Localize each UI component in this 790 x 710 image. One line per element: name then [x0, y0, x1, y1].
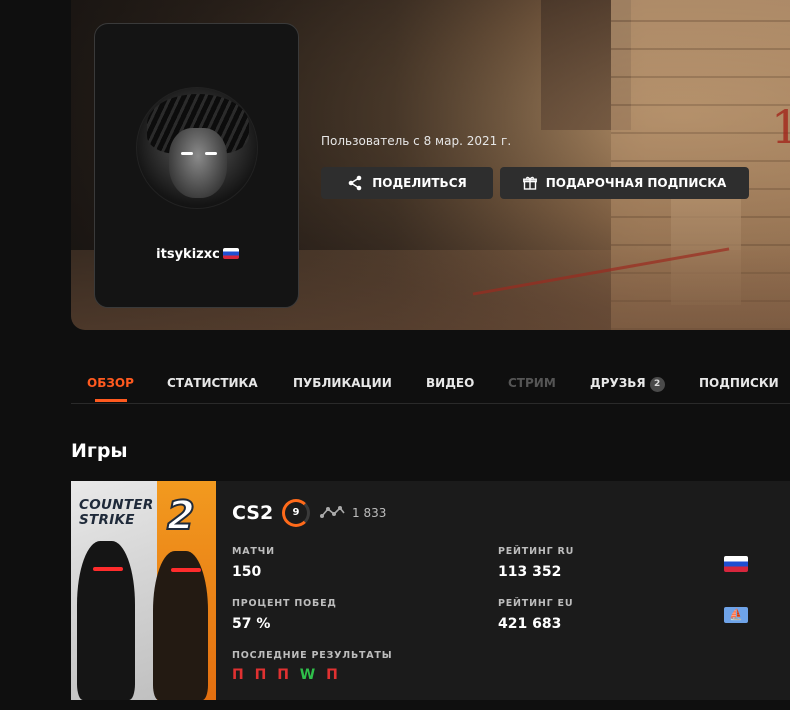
- recent-results-label: ПОСЛЕДНИЕ РЕЗУЛЬТАТЫ: [232, 650, 393, 661]
- winrate-label: ПРОЦЕНТ ПОБЕД: [232, 598, 337, 609]
- username-row: itsykizxc: [95, 247, 300, 262]
- elo-graph-icon: [320, 506, 345, 518]
- cs2-cover-image: COUNTER STRIKE 2: [71, 481, 216, 700]
- tab-statistics[interactable]: СТАТИСТИКА: [167, 376, 258, 390]
- profile-card: itsykizxc: [94, 23, 299, 308]
- share-label: ПОДЕЛИТЬСЯ: [372, 176, 467, 190]
- profile-tabs: ОБЗОР СТАТИСТИКА ПУБЛИКАЦИИ ВИДЕО СТРИМ …: [71, 362, 790, 404]
- tab-overview[interactable]: ОБЗОР: [87, 376, 134, 390]
- matches-value: 150: [232, 564, 262, 580]
- friends-count-badge: 2: [649, 377, 665, 392]
- russia-flag-icon: [222, 248, 239, 259]
- result-win: W: [299, 667, 319, 683]
- gift-label: ПОДАРОЧНАЯ ПОДПИСКА: [545, 176, 727, 190]
- rating-ru-label: РЕЙТИНГ RU: [498, 546, 575, 557]
- cover-title-line1: COUNTER: [79, 497, 154, 513]
- tab-video[interactable]: ВИДЕО: [426, 376, 474, 390]
- tab-friends-label: ДРУЗЬЯ: [590, 376, 646, 390]
- share-icon: [348, 175, 362, 191]
- games-section-title: Игры: [71, 440, 128, 462]
- result-loss: П: [326, 667, 341, 683]
- game-name: CS2: [232, 502, 274, 524]
- gift-subscription-button[interactable]: ПОДАРОЧНАЯ ПОДПИСКА: [500, 167, 749, 199]
- winrate-value: 57 %: [232, 616, 271, 632]
- member-since: Пользователь с 8 мар. 2021 г.: [321, 134, 512, 148]
- rating-eu-label: РЕЙТИНГ EU: [498, 598, 574, 609]
- game-card-cs2[interactable]: COUNTER STRIKE 2 CS2 9 1 833 МАТЧИ 150 П…: [71, 481, 790, 700]
- gift-icon: [522, 176, 537, 190]
- username: itsykizxc: [156, 247, 220, 262]
- elo-value: 1 833: [352, 506, 387, 520]
- tab-stream[interactable]: СТРИМ: [508, 376, 556, 390]
- rating-eu-value: 421 683: [498, 616, 562, 632]
- result-loss: П: [277, 667, 292, 683]
- tab-subscriptions[interactable]: ПОДПИСКИ: [699, 376, 779, 390]
- russia-flag-icon: [724, 556, 748, 572]
- rating-ru-value: 113 352: [498, 564, 562, 580]
- cover-title-line2: STRIKE: [79, 512, 135, 528]
- matches-label: МАТЧИ: [232, 546, 275, 557]
- eu-region-icon: ⛵: [724, 607, 748, 623]
- result-loss: П: [232, 667, 247, 683]
- cover-title-number: 2: [166, 492, 196, 540]
- active-tab-indicator: [95, 399, 127, 402]
- tab-friends[interactable]: ДРУЗЬЯ 2: [590, 376, 665, 392]
- tab-publications[interactable]: ПУБЛИКАЦИИ: [293, 376, 392, 390]
- share-button[interactable]: ПОДЕЛИТЬСЯ: [321, 167, 493, 199]
- result-loss: П: [254, 667, 270, 683]
- recent-results: П П П W П: [232, 667, 341, 683]
- skill-level-badge: 9: [282, 499, 310, 527]
- avatar[interactable]: [136, 87, 258, 209]
